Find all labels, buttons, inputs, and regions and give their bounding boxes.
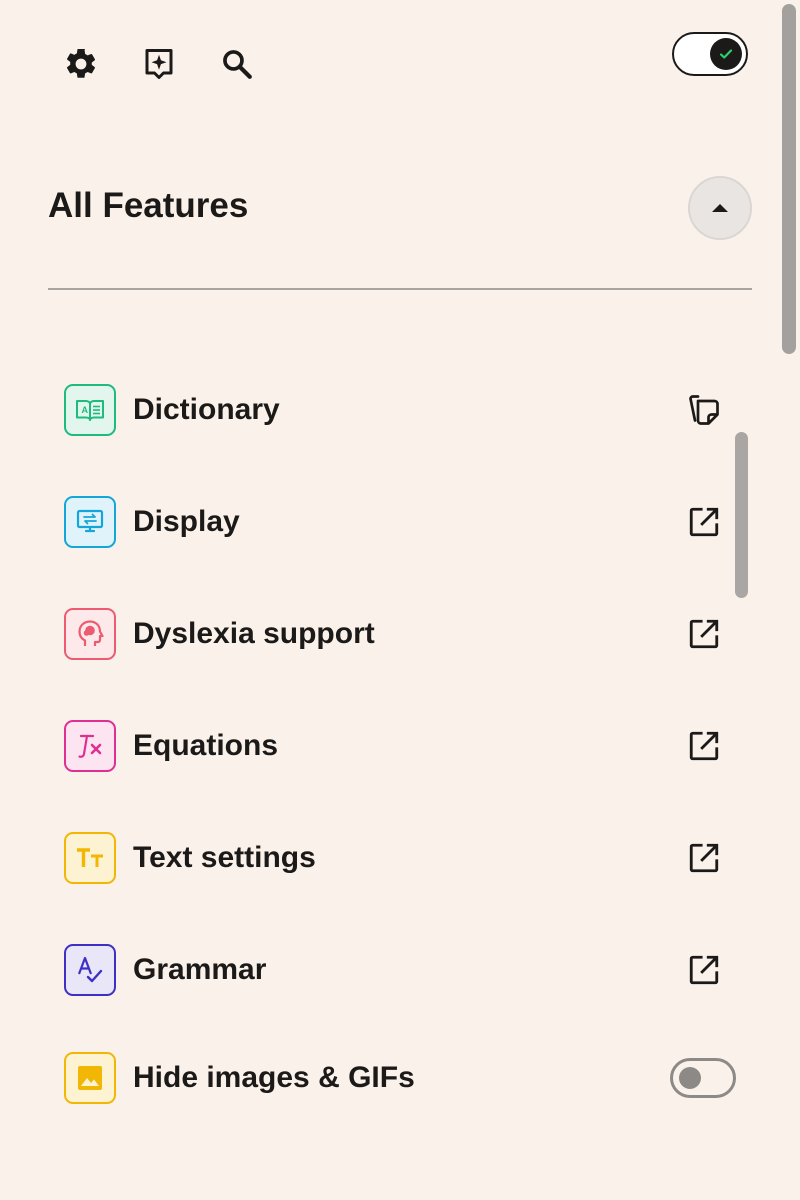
page-scrollbar[interactable]	[782, 4, 796, 354]
feature-label: Grammar	[133, 953, 267, 986]
settings-button[interactable]	[60, 43, 102, 85]
feature-row-dyslexia-support[interactable]: Dyslexia support	[64, 606, 744, 662]
book-icon: A	[64, 384, 116, 436]
head-icon	[64, 608, 116, 660]
image-icon	[64, 1052, 116, 1104]
hide-images-toggle[interactable]	[670, 1058, 736, 1098]
search-button[interactable]	[216, 43, 258, 85]
open-external-icon	[689, 843, 719, 873]
ai-assistant-button[interactable]	[138, 43, 180, 85]
monitor-icon	[64, 496, 116, 548]
open-external-button[interactable]	[684, 838, 724, 878]
feature-label: Hide images & GIFs	[133, 1061, 415, 1094]
feature-row-text-settings[interactable]: Text settings	[64, 830, 744, 886]
top-toolbar	[60, 42, 258, 86]
feature-row-equations[interactable]: Equations	[64, 718, 744, 774]
svg-text:A: A	[82, 405, 89, 415]
copy-icon	[689, 395, 719, 425]
feature-label: Dictionary	[133, 393, 280, 426]
feature-row-display[interactable]: Display	[64, 494, 744, 550]
feature-label: Equations	[133, 729, 279, 762]
open-external-button[interactable]	[684, 950, 724, 990]
gear-icon	[66, 48, 96, 78]
toggle-knob	[679, 1067, 701, 1089]
feature-label: Text settings	[133, 841, 316, 874]
master-toggle[interactable]	[672, 32, 748, 76]
section-title: All Features	[48, 186, 249, 225]
sparkle-bubble-icon	[145, 49, 173, 79]
caret-up-icon	[712, 204, 728, 212]
feature-label: Dyslexia support	[133, 617, 375, 650]
open-external-button[interactable]	[684, 502, 724, 542]
open-external-icon	[689, 619, 719, 649]
feature-row-dictionary[interactable]: A Dictionary	[64, 382, 744, 438]
check-icon	[719, 49, 733, 59]
copy-button[interactable]	[684, 390, 724, 430]
feature-row-grammar[interactable]: Grammar	[64, 942, 744, 998]
toggle-knob	[710, 38, 742, 70]
open-external-icon	[689, 731, 719, 761]
feature-label: Display	[133, 505, 240, 538]
open-external-icon	[689, 955, 719, 985]
formula-icon	[64, 720, 116, 772]
section-divider	[48, 288, 752, 290]
open-external-button[interactable]	[684, 614, 724, 654]
open-external-icon	[689, 507, 719, 537]
collapse-section-button[interactable]	[688, 176, 752, 240]
text-size-icon	[64, 832, 116, 884]
open-external-button[interactable]	[684, 726, 724, 766]
feature-row-hide-images[interactable]: Hide images & GIFs	[64, 1050, 744, 1106]
search-icon	[223, 50, 252, 79]
spellcheck-icon	[64, 944, 116, 996]
